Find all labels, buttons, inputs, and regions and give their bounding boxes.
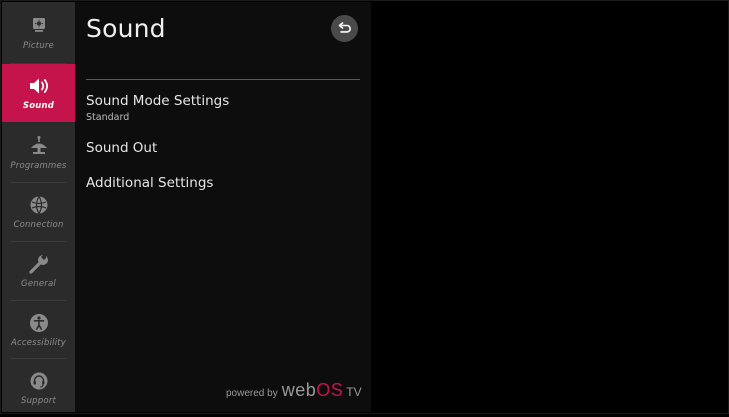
antenna-icon	[30, 136, 47, 154]
back-button[interactable]	[331, 15, 358, 42]
logo-web-text: web	[281, 380, 317, 400]
sidebar-item-picture[interactable]: Picture	[2, 4, 75, 62]
back-arrow-icon	[338, 21, 351, 33]
sidebar-item-connection[interactable]: Connection	[2, 183, 75, 241]
menu-item-additional-settings[interactable]: Additional Settings	[86, 175, 213, 191]
logo-os-text: OS	[316, 380, 344, 400]
sidebar-item-programmes[interactable]: Programmes	[2, 124, 75, 182]
sidebar-item-general[interactable]: General	[2, 242, 75, 300]
wrench-icon	[28, 255, 48, 274]
menu-item-label: Additional Settings	[86, 175, 214, 191]
webos-logo: powered by web OS TV	[226, 380, 362, 401]
speaker-icon	[29, 78, 48, 94]
settings-sidebar: Picture Sound Programmes Connection Gene…	[2, 2, 75, 412]
picture-icon	[32, 18, 45, 32]
sidebar-item-support[interactable]: Support	[2, 359, 75, 417]
menu-item-sound-out[interactable]: Sound Out	[86, 140, 157, 156]
sidebar-item-accessibility[interactable]: Accessibility	[2, 301, 75, 359]
powered-by-text: powered by	[226, 388, 278, 399]
globe-icon	[30, 196, 47, 214]
accessibility-icon	[29, 314, 48, 332]
sidebar-item-sound[interactable]: Sound	[2, 64, 75, 122]
sidebar-item-label: General	[21, 279, 56, 289]
sidebar-item-label: Support	[20, 396, 56, 406]
sidebar-item-label: Connection	[13, 220, 64, 230]
menu-item-label: Sound Out	[86, 140, 158, 156]
sidebar-item-label: Programmes	[10, 161, 67, 171]
logo-tv-text: TV	[346, 385, 362, 399]
sidebar-item-label: Sound	[22, 101, 55, 111]
page-title: Sound	[86, 14, 166, 43]
menu-item-sound-mode-settings[interactable]: Sound Mode Settings Standard	[86, 93, 229, 123]
settings-panel	[75, 2, 371, 412]
menu-item-value: Standard	[86, 112, 130, 123]
sidebar-item-label: Accessibility	[10, 338, 67, 348]
sidebar-item-label: Picture	[22, 41, 54, 51]
headset-icon	[30, 372, 47, 390]
menu-item-label: Sound Mode Settings	[86, 93, 230, 109]
header-divider	[86, 79, 360, 80]
